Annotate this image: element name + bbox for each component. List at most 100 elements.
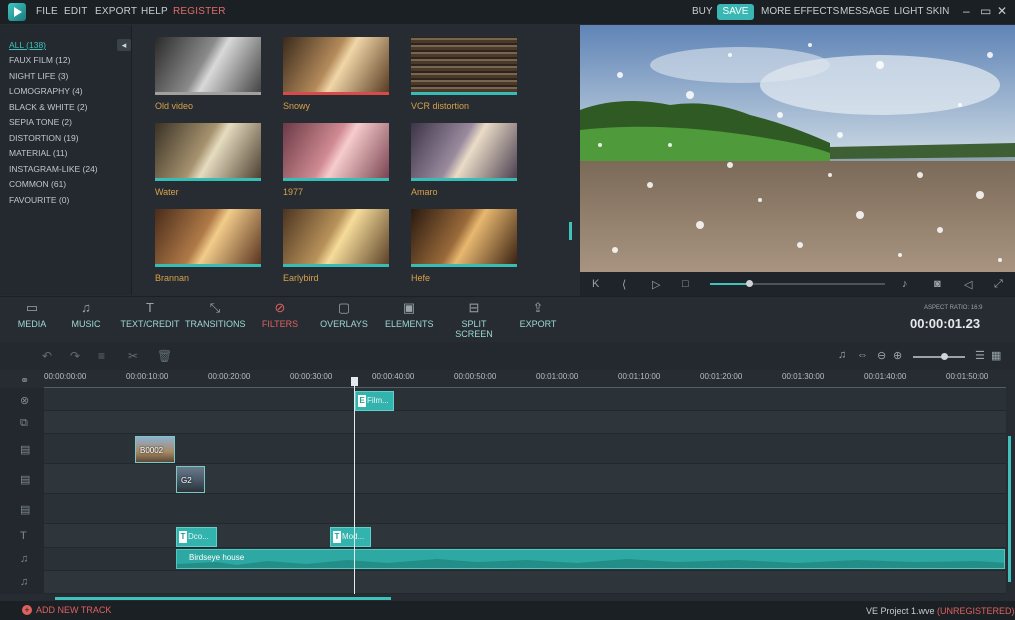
tool-label: EXPORT (519, 319, 557, 329)
filter-label: Brannan (155, 273, 190, 283)
effect-clip[interactable]: E Film... (355, 391, 394, 411)
fullscreen-icon[interactable]: ⤢ (994, 278, 1003, 291)
snapshot-icon[interactable]: ◙ (934, 278, 941, 290)
music-track-icon: ♫ (20, 553, 29, 565)
category-distortion[interactable]: DISTORTION (19) (9, 133, 79, 143)
text-clip[interactable]: T Dco... (176, 527, 217, 547)
ruler-tick: 00:00:50:00 (454, 372, 497, 381)
timeline-ruler[interactable]: 00:00:00:00 00:00:10:00 00:00:20:00 00:0… (44, 370, 1006, 388)
seek-handle[interactable] (745, 280, 753, 287)
project-file: VE Project 1.wve (866, 606, 935, 616)
split-icon[interactable]: ✂ (128, 349, 138, 363)
audio-waveform (177, 559, 1004, 568)
filter-thumb-water[interactable] (155, 123, 261, 181)
save-button[interactable]: SAVE (717, 4, 754, 20)
menu-edit[interactable]: EDIT (64, 6, 88, 17)
collapse-panel-icon[interactable]: ◂ (117, 39, 131, 51)
filter-thumb-brannan[interactable] (155, 209, 261, 267)
zoom-out-icon[interactable]: ⊖ (877, 349, 886, 362)
timeline-horizontal-scrollbar[interactable] (55, 597, 391, 600)
tool-elements[interactable]: ▣ ELEMENTS (385, 301, 434, 330)
link-icon[interactable]: ⚭ (20, 374, 29, 387)
track-video-3 (44, 494, 1006, 524)
stop-icon[interactable]: □ (682, 278, 689, 290)
add-new-track-button[interactable]: + ADD NEW TRACK (22, 605, 111, 615)
tool-media[interactable]: ▭ MEDIA (16, 301, 48, 330)
split-screen-icon: ⊟ (468, 300, 480, 315)
filter-label: Amaro (411, 187, 438, 197)
filter-grid-scrollbar[interactable] (569, 222, 572, 240)
tool-export[interactable]: ⇪ EXPORT (518, 301, 558, 330)
filter-label: Hefe (411, 273, 431, 283)
buy-button[interactable]: BUY (692, 6, 713, 17)
menu-help[interactable]: HELP (141, 6, 168, 17)
video-clip[interactable]: B0002 (135, 436, 175, 463)
category-lomography[interactable]: LOMOGRAPHY (4) (9, 86, 83, 96)
video-clip[interactable]: G2 (176, 466, 205, 493)
tool-label: TEXT/CREDIT (120, 319, 180, 329)
tool-transitions[interactable]: ⤡ TRANSITIONS (185, 301, 246, 330)
timeline-vertical-scrollbar[interactable] (1008, 436, 1011, 582)
audio-clip[interactable]: Birdseye house (176, 549, 1005, 569)
tool-split-screen[interactable]: ⊟ SPLIT SCREEN (444, 300, 504, 340)
zoom-in-icon[interactable]: ⊕ (893, 349, 902, 362)
audio-mixer-icon[interactable]: ♫ (838, 349, 846, 361)
video-track-icon: ▤ (20, 444, 31, 456)
redo-icon[interactable]: ↷ (70, 349, 80, 363)
seek-bar[interactable] (710, 280, 885, 287)
message-button[interactable]: MESSAGE (840, 6, 889, 17)
filter-grid: Old video Snowy VCR distortion Water 197… (133, 25, 579, 295)
grid-view-icon[interactable]: ▦ (991, 349, 1001, 362)
delete-icon[interactable]: 🗑 (157, 349, 172, 363)
tool-music[interactable]: ♫ MUSIC (70, 300, 102, 330)
status-bar (0, 601, 1015, 620)
fit-timeline-icon[interactable]: ⇔ (857, 349, 868, 361)
light-skin-button[interactable]: LIGHT SKIN (894, 6, 949, 17)
text-clip-icon: T (333, 531, 341, 543)
microphone-icon[interactable]: ♪ (902, 278, 908, 290)
menu-export[interactable]: EXPORT (95, 6, 137, 17)
category-material[interactable]: MATERIAL (11) (9, 148, 67, 158)
category-instagram-like[interactable]: INSTAGRAM-LIKE (24) (9, 164, 98, 174)
skip-to-start-icon[interactable]: K (592, 278, 599, 290)
undo-icon[interactable]: ↶ (42, 349, 52, 363)
category-black-white[interactable]: BLACK & WHITE (2) (9, 102, 87, 112)
step-back-icon[interactable]: ⟨ (622, 278, 626, 291)
tool-text-credit[interactable]: T TEXT/CREDIT (120, 301, 180, 330)
play-icon[interactable]: ▷ (652, 278, 660, 291)
more-effects-button[interactable]: MORE EFFECTS (761, 6, 839, 17)
music-icon: ♫ (81, 300, 91, 315)
category-night-life[interactable]: NIGHT LIFE (3) (9, 71, 68, 81)
close-icon[interactable]: ✕ (997, 4, 1007, 18)
category-all[interactable]: ALL (138) (9, 40, 46, 50)
zoom-slider[interactable] (913, 353, 965, 360)
volume-icon[interactable]: ◁ (964, 278, 972, 291)
category-favourite[interactable]: FAVOURITE (0) (9, 195, 69, 205)
filter-thumb-1977[interactable] (283, 123, 389, 181)
minimize-icon[interactable]: – (963, 4, 970, 18)
list-view-icon[interactable]: ☰ (975, 349, 985, 362)
adjust-icon[interactable]: ≡ (98, 349, 105, 363)
category-sepia-tone[interactable]: SEPIA TONE (2) (9, 117, 72, 127)
tool-label: OVERLAYS (320, 319, 368, 329)
filter-thumb-vcr-distortion[interactable] (411, 37, 517, 95)
filter-category-list: ALL (138) FAUX FILM (12) NIGHT LIFE (3) … (0, 25, 132, 295)
unregistered-badge: (UNREGISTERED) (937, 606, 1015, 616)
category-faux-film[interactable]: FAUX FILM (12) (9, 55, 70, 65)
filter-thumb-old-video[interactable] (155, 37, 261, 95)
category-common[interactable]: COMMON (61) (9, 179, 66, 189)
filter-thumb-hefe[interactable] (411, 209, 517, 267)
tool-filters[interactable]: ⊘ FILTERS (260, 301, 300, 330)
filter-thumb-earlybird[interactable] (283, 209, 389, 267)
effect-clip-icon: E (358, 395, 366, 407)
playhead[interactable] (354, 380, 355, 594)
filter-thumb-amaro[interactable] (411, 123, 517, 181)
tool-label: SPLIT SCREEN (455, 319, 493, 339)
menu-file[interactable]: FILE (36, 6, 58, 17)
maximize-icon[interactable]: ▭ (980, 4, 991, 18)
filter-thumb-snowy[interactable] (283, 37, 389, 95)
menu-register[interactable]: REGISTER (173, 6, 226, 17)
tool-overlays[interactable]: ▢ OVERLAYS (320, 301, 368, 330)
text-clip[interactable]: TMod... (330, 527, 371, 547)
current-timecode: 00:00:01.23 (910, 316, 981, 331)
